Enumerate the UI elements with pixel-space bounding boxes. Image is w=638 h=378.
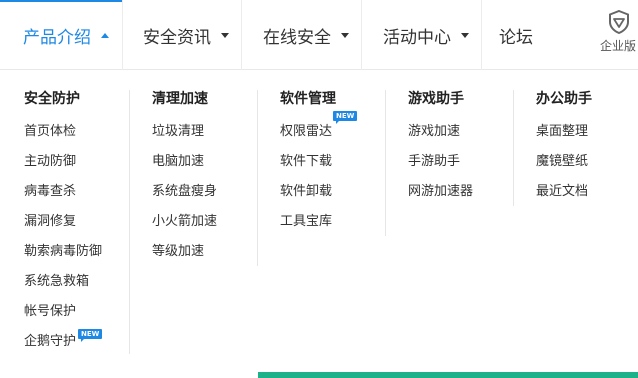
- menu-item[interactable]: 系统急救箱: [24, 267, 102, 297]
- top-navigation: 产品介绍 安全资讯 在线安全 活动中心 论坛 企业版: [0, 0, 638, 70]
- menu-item[interactable]: 小火箭加速: [152, 207, 217, 237]
- column-title: 游戏助手: [408, 91, 464, 107]
- menu-item[interactable]: 魔镜壁纸: [536, 147, 592, 177]
- menu-column-security: 安全防护 首页体检 主动防御 病毒查杀 漏洞修复 勒索病毒防御 系统急救箱 帐号…: [24, 88, 103, 357]
- menu-column-cleanup: 清理加速 垃圾清理 电脑加速 系统盘瘦身 小火箭加速 等级加速: [152, 88, 217, 267]
- menu-item[interactable]: 漏洞修复: [24, 207, 102, 237]
- column-divider: [129, 90, 130, 354]
- column-title: 安全防护: [24, 91, 80, 107]
- menu-item[interactable]: 最近文档: [536, 177, 592, 207]
- nav-item-online-security[interactable]: 在线安全: [263, 0, 349, 70]
- nav-item-product-intro[interactable]: 产品介绍: [23, 0, 109, 70]
- nav-item-label: 在线安全: [263, 27, 331, 48]
- chevron-up-icon: [101, 32, 109, 38]
- page-content-edge: [0, 372, 638, 378]
- menu-item[interactable]: 首页体检: [24, 117, 102, 147]
- column-title: 软件管理: [280, 91, 336, 107]
- nav-item-forum[interactable]: 论坛: [499, 0, 533, 70]
- enterprise-label: 企业版: [600, 39, 637, 53]
- chevron-down-icon: [221, 32, 229, 38]
- column-divider: [257, 90, 258, 266]
- new-badge: NEW: [333, 111, 358, 124]
- nav-divider: [241, 0, 242, 70]
- nav-divider: [122, 0, 123, 70]
- menu-item[interactable]: 电脑加速: [152, 147, 217, 177]
- menu-item[interactable]: 帐号保护: [24, 297, 102, 327]
- column-title: 清理加速: [152, 91, 208, 107]
- menu-item[interactable]: 系统盘瘦身: [152, 177, 217, 207]
- nav-item-label: 活动中心: [383, 27, 451, 48]
- column-divider: [385, 90, 386, 236]
- menu-column-software: 软件管理 权限雷达 NEW 软件下载 软件卸载 工具宝库: [280, 88, 358, 237]
- menu-item[interactable]: 工具宝库: [280, 207, 336, 237]
- menu-item[interactable]: 软件下载: [280, 147, 336, 177]
- menu-item[interactable]: 游戏加速: [408, 117, 473, 147]
- menu-item[interactable]: 垃圾清理: [152, 117, 217, 147]
- column-title: 办公助手: [536, 91, 592, 107]
- nav-item-label: 产品介绍: [23, 27, 91, 48]
- nav-divider: [361, 0, 362, 70]
- chevron-down-icon: [341, 32, 349, 38]
- menu-item[interactable]: 权限雷达 NEW: [280, 111, 358, 147]
- chevron-down-icon: [461, 32, 469, 38]
- nav-item-activity-center[interactable]: 活动中心: [383, 0, 469, 70]
- nav-item-label: 安全资讯: [143, 27, 211, 48]
- nav-item-label: 论坛: [499, 27, 533, 48]
- nav-item-security-news[interactable]: 安全资讯: [143, 0, 229, 70]
- menu-item[interactable]: 企鹅守护 NEW: [24, 327, 103, 357]
- column-divider: [513, 90, 514, 206]
- menu-item[interactable]: 手游助手: [408, 147, 473, 177]
- menu-item[interactable]: 病毒查杀: [24, 177, 102, 207]
- menu-item[interactable]: 软件卸载: [280, 177, 336, 207]
- menu-column-office: 办公助手 桌面整理 魔镜壁纸 最近文档: [536, 88, 592, 207]
- enterprise-edition-link[interactable]: 企业版: [598, 8, 638, 62]
- menu-item[interactable]: 桌面整理: [536, 117, 592, 147]
- menu-item[interactable]: 勒索病毒防御: [24, 237, 102, 267]
- menu-column-game: 游戏助手 游戏加速 手游助手 网游加速器: [408, 88, 473, 207]
- menu-item[interactable]: 主动防御: [24, 147, 102, 177]
- shield-icon: [609, 10, 629, 34]
- product-dropdown-menu: 安全防护 首页体检 主动防御 病毒查杀 漏洞修复 勒索病毒防御 系统急救箱 帐号…: [0, 70, 638, 372]
- menu-item[interactable]: 等级加速: [152, 237, 217, 267]
- menu-item[interactable]: 网游加速器: [408, 177, 473, 207]
- banner-edge: [258, 372, 638, 378]
- nav-divider: [481, 0, 482, 70]
- new-badge: NEW: [78, 329, 103, 342]
